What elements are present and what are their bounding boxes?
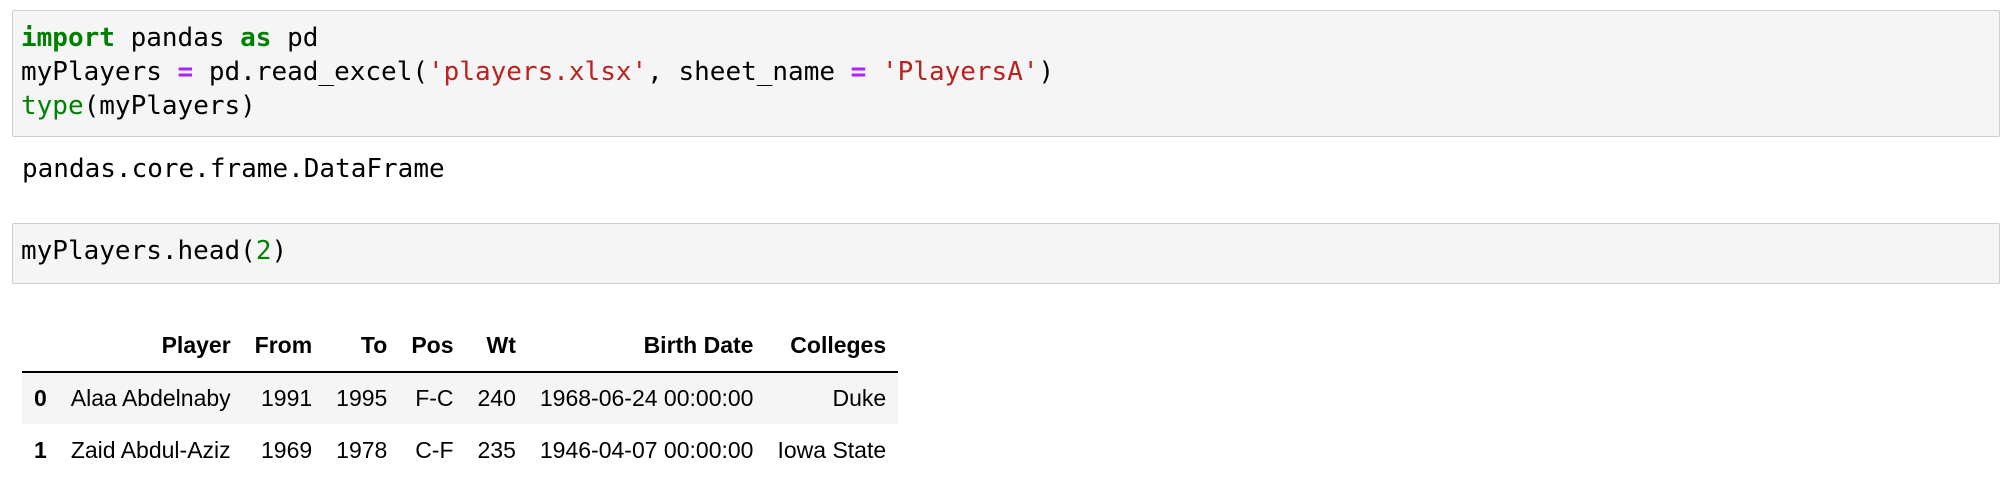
row-index: 1: [34, 436, 47, 463]
cell-wt: 240: [477, 385, 516, 411]
string-literal: 'players.xlsx': [428, 57, 648, 87]
code-line-1: import pandas as pd: [21, 23, 318, 53]
code-cell-1[interactable]: import pandas as pd myPlayers = pd.read_…: [12, 10, 2000, 137]
keyword-import: import: [21, 23, 115, 53]
index-header: [22, 320, 59, 373]
cell-birth-date: 1968-06-24 00:00:00: [539, 385, 754, 411]
code-text: pd.read_excel(: [193, 57, 429, 87]
code-line-2: myPlayers = pd.read_excel('players.xlsx'…: [21, 57, 1054, 87]
keyword-as: as: [240, 23, 272, 53]
code-text: ): [271, 236, 288, 266]
column-header-colleges: Colleges: [765, 320, 899, 373]
operator-assign: =: [177, 57, 194, 87]
column-header-player: Player: [58, 320, 243, 373]
cell-wt: 235: [477, 436, 516, 463]
cell-player: Alaa Abdelnaby: [70, 385, 231, 411]
number-literal: 2: [255, 236, 272, 266]
code-text: (myPlayers): [83, 91, 256, 121]
table-row: 0 Alaa Abdelnaby 1991 1995 F-C 240 1968-…: [22, 372, 899, 424]
cell-pos: C-F: [415, 436, 454, 463]
code-text: myPlayers.head(: [21, 236, 256, 266]
code-line-3: type(myPlayers): [21, 91, 256, 121]
table-row: 1 Zaid Abdul-Aziz 1969 1978 C-F 235 1946…: [22, 424, 898, 476]
column-header-wt: Wt: [465, 320, 528, 373]
cell-to: 1995: [336, 385, 388, 411]
row-index: 0: [34, 385, 47, 411]
cell-colleges: Iowa State: [777, 436, 887, 463]
string-literal: 'PlayersA': [881, 57, 1039, 87]
column-header-to: To: [324, 320, 400, 373]
code-cell-2[interactable]: myPlayers.head(2): [12, 223, 2000, 284]
column-header-from: From: [242, 320, 325, 373]
code-text: ): [1038, 57, 1055, 87]
cell-birth-date: 1946-04-07 00:00:00: [539, 436, 754, 463]
cell-to: 1978: [336, 436, 388, 463]
cell-output-1: pandas.core.frame.DataFrame: [22, 154, 445, 184]
column-header-birth-date: Birth Date: [527, 320, 766, 373]
code-text: , sheet_name: [647, 57, 851, 87]
code-text: pd: [271, 23, 319, 53]
cell-colleges: Duke: [832, 385, 887, 411]
code-text: pandas: [114, 23, 241, 53]
cell-player: Zaid Abdul-Aziz: [70, 436, 231, 463]
dataframe-output: Player From To Pos Wt Birth Date College…: [22, 320, 899, 476]
builtin-type: type: [21, 91, 84, 121]
cell-from: 1991: [260, 385, 313, 411]
column-header-pos: Pos: [399, 320, 466, 373]
cell-from: 1969: [260, 436, 313, 463]
operator-assign: =: [850, 57, 867, 87]
cell-pos: F-C: [415, 385, 454, 411]
code-line-1: myPlayers.head(2): [21, 236, 287, 266]
table-header-row: Player From To Pos Wt Birth Date College…: [22, 320, 899, 373]
code-text: myPlayers: [21, 57, 178, 87]
